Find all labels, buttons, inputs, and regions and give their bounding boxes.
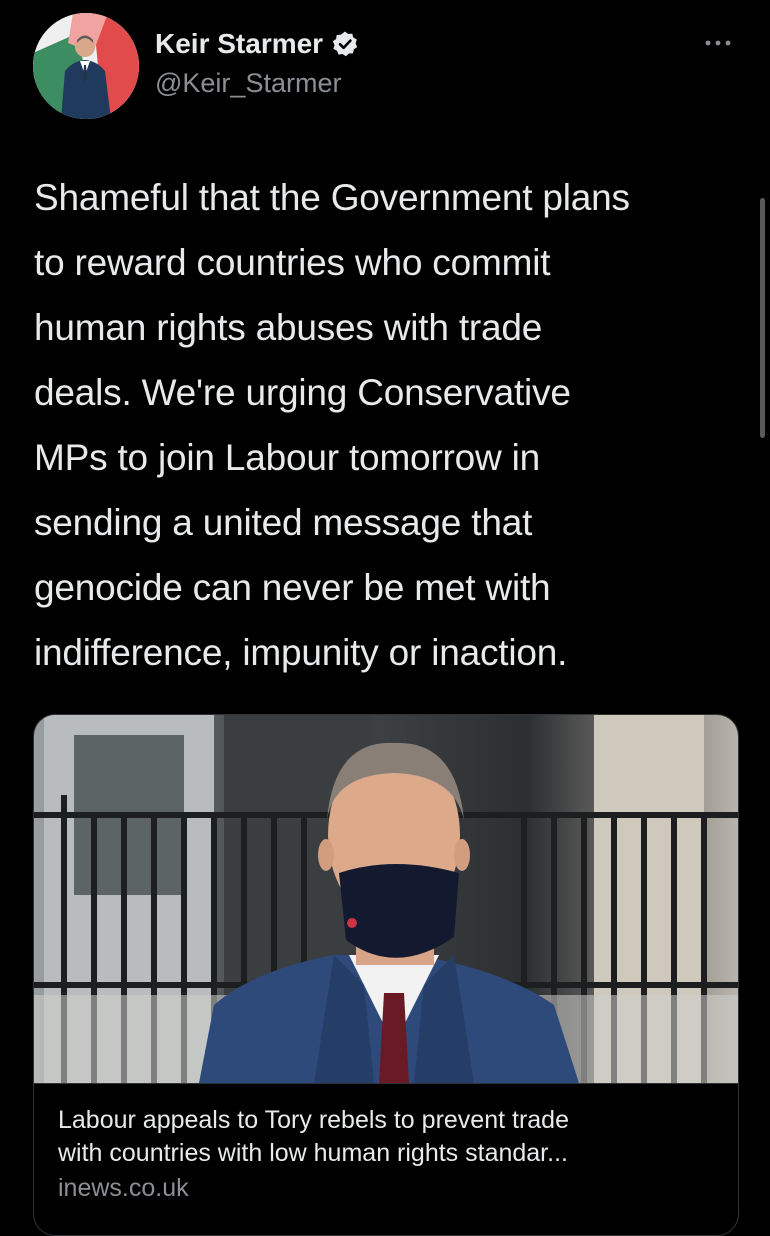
card-domain: inews.co.uk [58,1174,189,1202]
tweet-line: genocide can never be met with [34,567,551,608]
tweet-line: sending a united message that [34,502,533,543]
scrollbar[interactable] [760,198,765,438]
tweet-line: MPs to join Labour tomorrow in [34,437,541,478]
tweet-line: deals. We're urging Conservative [34,372,571,413]
verified-badge-icon [331,30,359,58]
card-title: Labour appeals to Tory rebels to prevent… [58,1104,714,1170]
card-title-line: with countries with low human rights sta… [58,1139,568,1167]
tweet-line: human rights abuses with trade [34,307,543,348]
card-caption: Labour appeals to Tory rebels to prevent… [34,1083,738,1205]
avatar-photo [33,13,139,119]
tweet-line: to reward countries who commit [34,242,551,283]
more-options-icon[interactable] [703,28,733,58]
link-preview-card[interactable]: Labour appeals to Tory rebels to prevent… [33,714,739,1236]
card-image [34,715,738,1083]
display-name[interactable]: Keir Starmer [155,28,323,60]
tweet-line: Shameful that the Government plans [34,177,630,218]
tweet-line: indifference, impunity or inaction. [34,632,568,673]
card-title-line: Labour appeals to Tory rebels to prevent… [58,1106,569,1134]
tweet-text: Shameful that the Government plans to re… [34,165,746,685]
author-handle[interactable]: @Keir_Starmer [155,68,341,99]
author-name-row[interactable]: Keir Starmer [155,28,359,60]
avatar[interactable] [33,13,139,119]
